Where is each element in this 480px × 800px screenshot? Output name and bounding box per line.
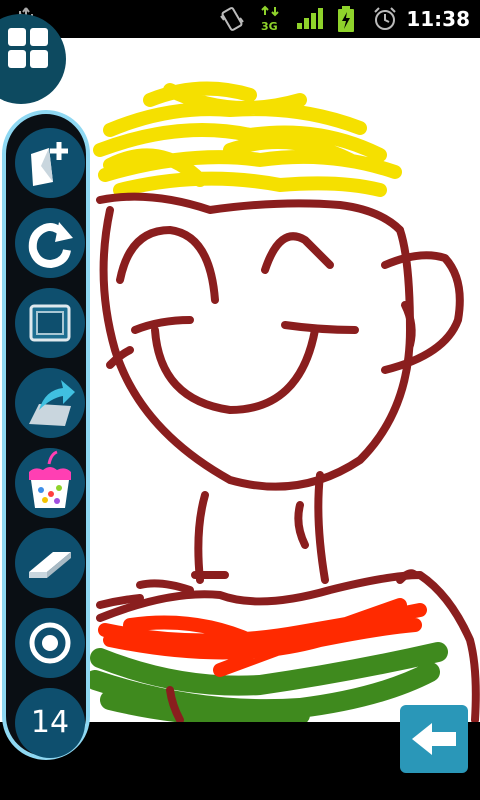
eraser-icon	[29, 552, 71, 578]
eraser-button[interactable]	[15, 528, 85, 598]
share-icon	[29, 380, 75, 426]
status-time: 11:38	[406, 7, 470, 31]
signal-icon	[297, 8, 323, 29]
network-3g-icon: 3G	[261, 5, 279, 33]
brush-size-value: 14	[30, 705, 70, 740]
alarm-icon	[374, 7, 396, 30]
battery-charging-icon	[338, 6, 354, 32]
frame-icon	[29, 304, 71, 342]
paint-bucket-icon	[29, 450, 71, 508]
vibrate-icon	[220, 7, 244, 31]
share-button[interactable]	[15, 368, 85, 438]
network-type-label: 3G	[261, 20, 278, 33]
back-arrow-icon	[412, 723, 456, 755]
status-bar: 3G 11:38	[0, 0, 480, 38]
brush-size-button[interactable]: 14	[15, 688, 85, 758]
frame-button[interactable]	[15, 288, 85, 358]
brush-button[interactable]	[15, 608, 85, 678]
new-page-button[interactable]	[15, 128, 85, 198]
new-page-icon	[31, 142, 68, 186]
grid-icon	[8, 28, 48, 68]
back-button[interactable]	[400, 705, 468, 773]
paint-bucket-button[interactable]	[15, 448, 85, 518]
toolbar: 14	[2, 110, 90, 760]
brush-icon	[29, 622, 71, 664]
undo-button[interactable]	[15, 208, 85, 278]
undo-icon	[28, 222, 73, 269]
